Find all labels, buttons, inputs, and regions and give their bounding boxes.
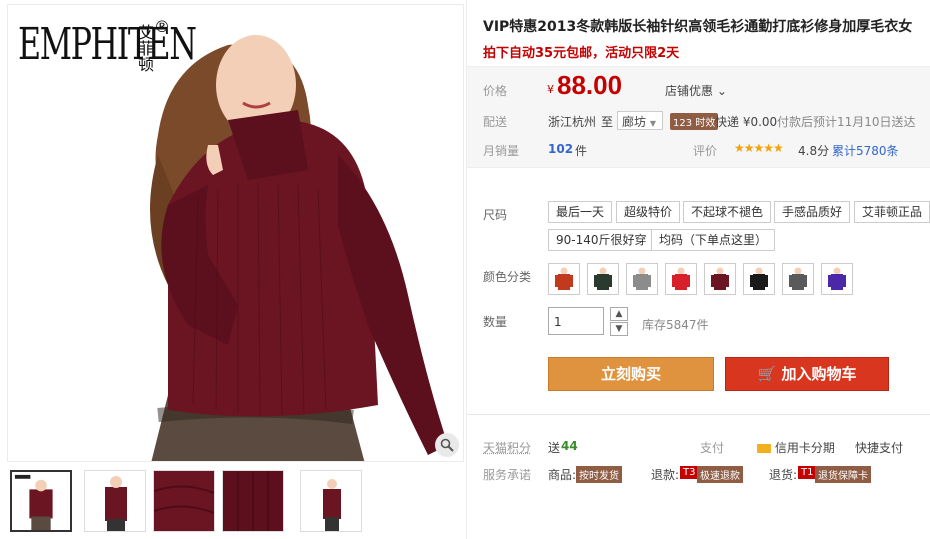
return-code-badge: T1 [798,466,817,479]
dropdown-arrow-icon: ▼ [649,119,656,128]
quantity-decrease-button[interactable]: ▼ [610,322,628,336]
size-label: 尺码 [483,208,508,222]
thumbnail-image [12,472,70,530]
swatch-image [549,264,579,294]
service-label: 服务承诺 [483,468,532,482]
size-option[interactable]: 均码（下单点这里） [651,229,776,251]
size-option[interactable]: 超级特价 [616,201,681,223]
return-guarantee-badge: 退货保障卡 [815,466,871,483]
thumbnail-image [154,471,214,531]
product-photo [8,5,463,461]
goods-label: 商品: [548,468,577,482]
color-swatch[interactable] [782,263,814,295]
size-option[interactable]: 艾菲顿正品 [854,201,930,223]
swatch-image [822,264,852,294]
credit-installment-label: 信用卡分期 [774,441,835,455]
thumbnail-1[interactable] [10,470,72,532]
sales-label: 月销量 [483,144,520,158]
shipping-to-word: 至 [601,115,614,129]
color-swatch[interactable] [587,263,619,295]
thumbnail-3[interactable] [153,470,215,532]
promo-text: 拍下自动35元包邮，活动只限2天 [483,46,680,61]
delivery-time-badge: 123 时效 [670,113,719,130]
color-label: 颜色分类 [483,270,532,284]
swatch-image [783,264,813,294]
rating-stars: ★★★★★ [734,141,784,155]
swatch-image [627,264,657,294]
shop-discount-label: 店铺优惠 [665,84,714,98]
shipping-eta: 付款后预计11月10日送达 [777,115,916,129]
product-info-panel: VIP特惠2013冬款韩版长袖针织高领毛衫通勤打底衫修身加厚毛衣女 拍下自动35… [466,0,930,539]
thumbnail-image [301,471,361,531]
swatch-image [666,264,696,294]
add-to-cart-label: 加入购物车 [781,365,857,383]
color-swatch[interactable] [626,263,658,295]
rating-label: 评价 [693,144,718,158]
shipping-from: 浙江杭州 [548,115,597,129]
size-option[interactable]: 最后一天 [548,201,613,223]
destination-value: 廊坊 [622,115,647,129]
price-value: 88.00 [557,70,623,100]
size-option[interactable]: 手感品质好 [774,201,851,223]
add-to-cart-button[interactable]: 🛒 加入购物车 [725,357,889,391]
thumbnail-4[interactable] [222,470,284,532]
magnifier-icon [440,438,454,452]
sales-value: 102 [548,142,574,156]
thumbnail-image [85,471,145,531]
sales-unit: 件 [575,144,588,158]
points-label: 天猫积分 [483,441,532,455]
quantity-increase-button[interactable]: ▲ [610,307,628,321]
destination-select[interactable]: 廊坊 ▼ [617,111,663,130]
section-divider [467,414,930,415]
refund-code-badge: T3 [680,466,699,479]
color-swatch[interactable] [743,263,775,295]
swatch-image [744,264,774,294]
thumbnail-image [223,471,283,531]
thumbnail-2[interactable] [84,470,146,532]
color-swatch[interactable] [821,263,853,295]
points-prefix: 送 [548,441,561,455]
size-option[interactable]: 90-140斤很好穿 [548,229,655,251]
stock-count: 库存5847件 [642,318,709,332]
size-option[interactable]: 不起球不褪色 [683,201,772,223]
swatch-image [588,264,618,294]
quantity-label: 数量 [483,315,508,329]
buy-now-button[interactable]: 立刻购买 [548,357,714,391]
return-label: 退货: [769,468,798,482]
zoom-button[interactable] [435,433,459,457]
payment-label: 支付 [700,441,725,455]
quick-pay: 快捷支付 [855,441,904,455]
refund-label: 退款: [651,468,680,482]
price-label: 价格 [483,84,508,98]
color-swatch[interactable] [665,263,697,295]
shipping-label: 配送 [483,115,508,129]
cart-icon: 🛒 [757,365,777,383]
credit-installment: 信用卡分期 [757,439,835,456]
shop-discount-link[interactable]: 店铺优惠 ⌄ [665,82,727,99]
quantity-input[interactable]: 1 [548,307,604,335]
main-product-image[interactable]: EMPHITEN 艾菲顿 ® [7,4,464,462]
product-title: VIP特惠2013冬款韩版长袖针织高领毛衫通勤打底衫修身加厚毛衣女 [483,19,913,35]
shipping-method: 快递 ¥0.00 [715,115,778,129]
review-count-link[interactable]: 累计5780条 [832,142,899,159]
color-swatch[interactable] [548,263,580,295]
chevron-up-icon: ▲ [615,309,623,319]
currency-symbol: ¥ [547,83,554,96]
points-value: 44 [561,439,578,453]
gallery: EMPHITEN 艾菲顿 ® [0,0,466,539]
color-swatch[interactable] [704,263,736,295]
thumbnail-5[interactable] [300,470,362,532]
registered-mark: ® [154,17,170,36]
rating-score: 4.8分 [798,144,830,158]
credit-card-icon [757,444,771,453]
fast-refund-badge: 极速退款 [697,466,743,483]
swatch-image [705,264,735,294]
chevron-down-icon: ▼ [615,324,623,334]
on-time-badge: 按时发货 [576,466,622,483]
chevron-down-icon: ⌄ [716,84,727,98]
